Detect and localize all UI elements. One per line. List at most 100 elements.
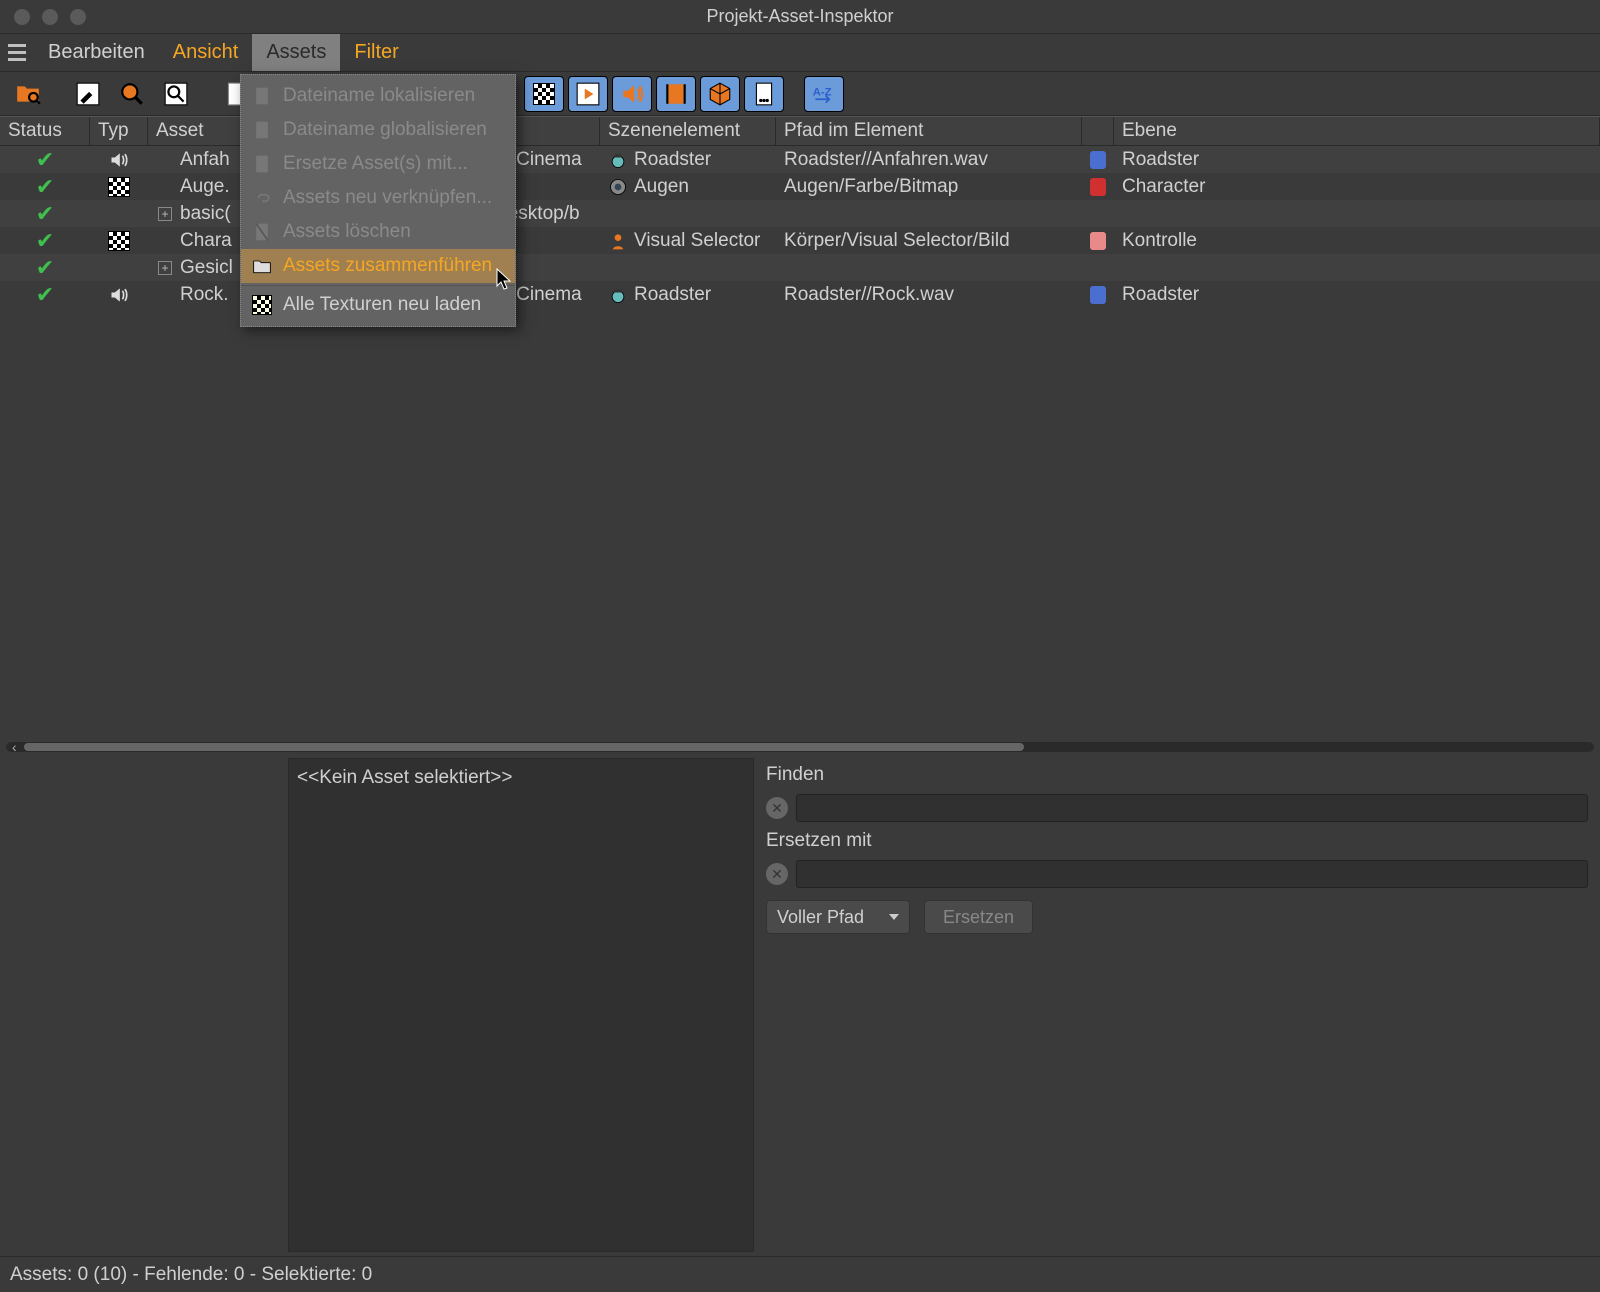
type-bitmap-icon bbox=[90, 231, 148, 251]
pfad-value: Körper/Visual Selector/Bild bbox=[776, 230, 1082, 252]
layer-swatch bbox=[1082, 286, 1114, 304]
find-replace-panel: Finden ✕ Ersetzen mit ✕ Voller Pfad Erse… bbox=[754, 758, 1600, 1252]
menu-filter[interactable]: Filter bbox=[340, 34, 412, 71]
delete-icon bbox=[251, 221, 273, 243]
clear-find-icon[interactable]: ✕ bbox=[766, 797, 788, 819]
find-label: Finden bbox=[766, 764, 1588, 786]
no-selection-text: <<Kein Asset selektiert>> bbox=[297, 767, 512, 788]
window-title: Projekt-Asset-Inspektor bbox=[706, 6, 893, 27]
menuitem-merge-assets[interactable]: Assets zusammenführen bbox=[241, 249, 515, 283]
document-icon bbox=[251, 119, 273, 141]
close-window-icon[interactable] bbox=[14, 9, 30, 25]
tool-sound-icon[interactable] bbox=[612, 76, 652, 112]
person-icon bbox=[608, 231, 628, 251]
expand-icon[interactable]: + bbox=[158, 207, 172, 221]
tool-filmstrip-icon[interactable] bbox=[656, 76, 696, 112]
tool-folder-search-icon[interactable] bbox=[8, 76, 48, 112]
pfad-value: Roadster//Anfahren.wav bbox=[776, 149, 1082, 171]
column-typ[interactable]: Typ bbox=[90, 117, 148, 145]
status-ok-icon: ✔ bbox=[0, 255, 90, 281]
type-sound-icon bbox=[90, 150, 148, 170]
find-input[interactable] bbox=[796, 794, 1588, 822]
menubar: Bearbeiten Ansicht Assets Filter bbox=[0, 34, 1600, 72]
replace-input[interactable] bbox=[796, 860, 1588, 888]
layer-swatch bbox=[1082, 151, 1114, 169]
menuitem-replace-assets[interactable]: Ersetze Asset(s) mit... bbox=[241, 147, 515, 181]
scrollbar-thumb[interactable] bbox=[24, 743, 1024, 751]
menu-separator bbox=[241, 285, 515, 286]
minimize-window-icon[interactable] bbox=[42, 9, 58, 25]
replace-label: Ersetzen mit bbox=[766, 830, 1588, 852]
scene-name: Augen bbox=[634, 176, 689, 198]
layer-name: Kontrolle bbox=[1114, 230, 1600, 252]
assets-dropdown-menu: Dateiname lokalisieren Dateiname globali… bbox=[240, 74, 516, 327]
scene-name: Roadster bbox=[634, 284, 711, 306]
layer-name: Roadster bbox=[1114, 149, 1600, 171]
folder-icon bbox=[251, 255, 273, 277]
menuitem-delete-assets[interactable]: Assets löschen bbox=[241, 215, 515, 249]
path-mode-select[interactable]: Voller Pfad bbox=[766, 900, 910, 934]
type-sound-icon bbox=[90, 285, 148, 305]
titlebar: Projekt-Asset-Inspektor bbox=[0, 0, 1600, 34]
svg-text:A-Z: A-Z bbox=[813, 86, 832, 98]
column-status[interactable]: Status bbox=[0, 117, 90, 145]
scene-cell: Roadster bbox=[600, 284, 776, 306]
asset-detail-panel: <<Kein Asset selektiert>> bbox=[288, 758, 754, 1252]
type-bitmap-icon bbox=[90, 177, 148, 197]
bottom-panel: <<Kein Asset selektiert>> Finden ✕ Erset… bbox=[0, 758, 1600, 1252]
menuitem-localize-filename[interactable]: Dateiname lokalisieren bbox=[241, 79, 515, 113]
scene-cell: Roadster bbox=[600, 149, 776, 171]
status-text: Assets: 0 (10) - Fehlende: 0 - Selektier… bbox=[10, 1264, 372, 1286]
tool-edit-icon[interactable] bbox=[68, 76, 108, 112]
menu-bearbeiten[interactable]: Bearbeiten bbox=[34, 34, 159, 71]
tool-cube-icon[interactable] bbox=[700, 76, 740, 112]
tool-play-icon[interactable] bbox=[568, 76, 608, 112]
scene-name: Visual Selector bbox=[634, 230, 760, 252]
scene-cell: Visual Selector bbox=[600, 230, 776, 252]
pfad-value: Augen/Farbe/Bitmap bbox=[776, 176, 1082, 198]
link-icon bbox=[251, 187, 273, 209]
layer-swatch bbox=[1082, 178, 1114, 196]
clear-replace-icon[interactable]: ✕ bbox=[766, 863, 788, 885]
status-ok-icon: ✔ bbox=[0, 147, 90, 173]
scroll-left-icon[interactable]: ‹ bbox=[12, 739, 17, 755]
camera-icon bbox=[608, 150, 628, 170]
replace-button[interactable]: Ersetzen bbox=[924, 900, 1033, 934]
maximize-window-icon[interactable] bbox=[70, 9, 86, 25]
camera-icon bbox=[608, 285, 628, 305]
menu-assets[interactable]: Assets bbox=[252, 34, 340, 71]
pfad-value: Roadster//Rock.wav bbox=[776, 284, 1082, 306]
layer-name: Character bbox=[1114, 176, 1600, 198]
bottom-spacer bbox=[0, 758, 288, 1252]
status-ok-icon: ✔ bbox=[0, 282, 90, 308]
status-ok-icon: ✔ bbox=[0, 201, 90, 227]
status-ok-icon: ✔ bbox=[0, 174, 90, 200]
layer-swatch bbox=[1082, 232, 1114, 250]
tool-search-icon[interactable] bbox=[156, 76, 196, 112]
menu-ansicht[interactable]: Ansicht bbox=[159, 34, 253, 71]
column-ebene-color[interactable] bbox=[1082, 117, 1114, 145]
document-icon bbox=[251, 153, 273, 175]
expand-icon[interactable]: + bbox=[158, 261, 172, 275]
checker-icon bbox=[251, 294, 273, 316]
column-ebene[interactable]: Ebene bbox=[1114, 117, 1600, 145]
tool-search-orange-icon[interactable] bbox=[112, 76, 152, 112]
column-szenenelement[interactable]: Szenenelement bbox=[600, 117, 776, 145]
layer-name: Roadster bbox=[1114, 284, 1600, 306]
menuitem-reload-textures[interactable]: Alle Texturen neu laden bbox=[241, 288, 515, 322]
scene-cell: Augen bbox=[600, 176, 776, 198]
scrollbar-horizontal[interactable]: ‹ bbox=[6, 742, 1594, 752]
tool-checker-icon[interactable] bbox=[524, 76, 564, 112]
window-controls bbox=[0, 9, 86, 25]
column-pfad[interactable]: Pfad im Element bbox=[776, 117, 1082, 145]
scene-name: Roadster bbox=[634, 149, 711, 171]
tool-sort-az-icon[interactable]: A-Z bbox=[804, 76, 844, 112]
statusbar: Assets: 0 (10) - Fehlende: 0 - Selektier… bbox=[0, 1256, 1600, 1292]
menuitem-relink-assets[interactable]: Assets neu verknüpfen... bbox=[241, 181, 515, 215]
status-ok-icon: ✔ bbox=[0, 228, 90, 254]
eye-icon bbox=[608, 177, 628, 197]
menuitem-globalize-filename[interactable]: Dateiname globalisieren bbox=[241, 113, 515, 147]
hamburger-menu-icon[interactable] bbox=[0, 44, 34, 61]
tool-doc-dots-icon[interactable] bbox=[744, 76, 784, 112]
document-icon bbox=[251, 85, 273, 107]
